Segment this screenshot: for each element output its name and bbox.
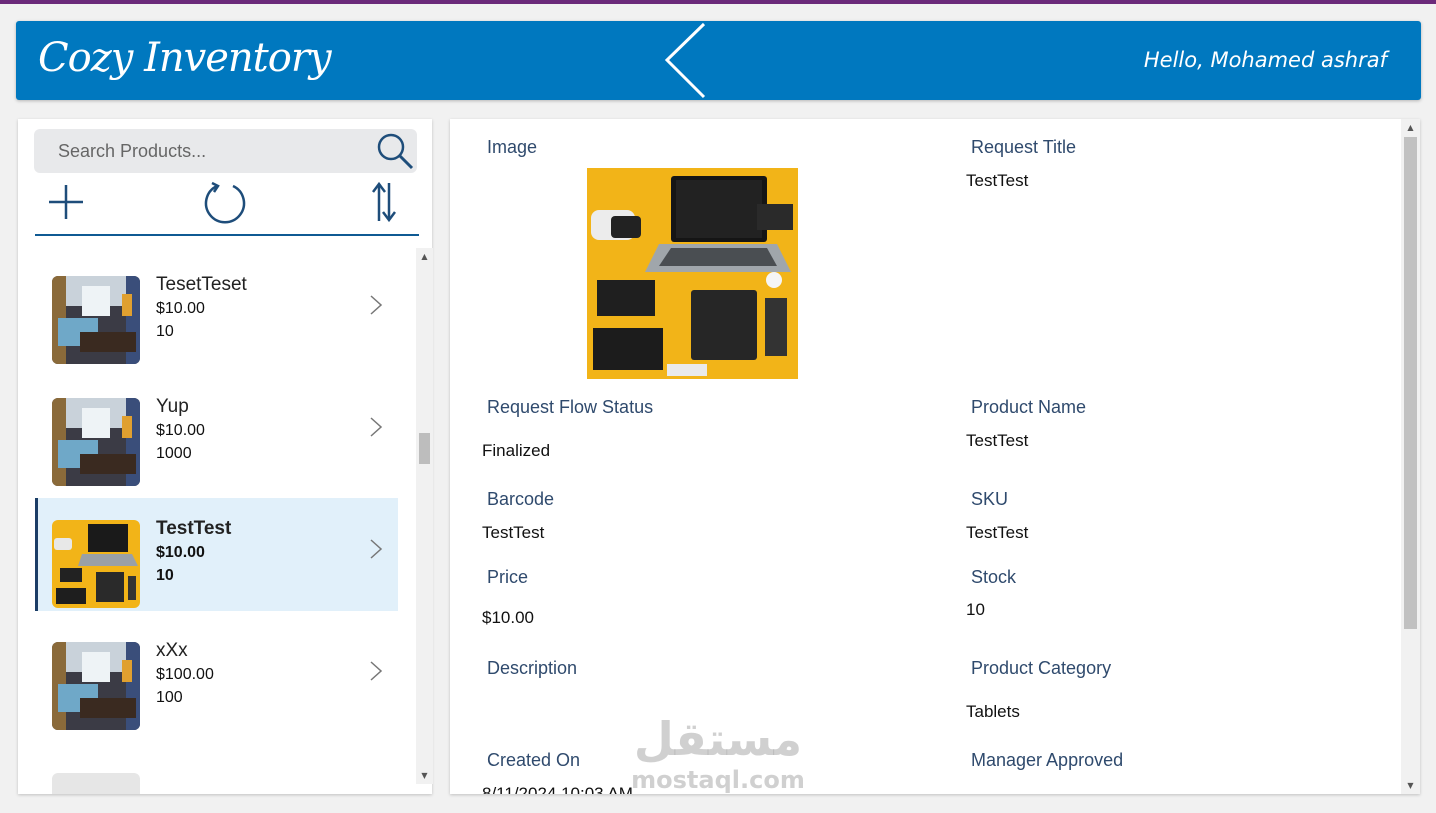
product-image [587,168,798,379]
barcode-label: Barcode [487,489,555,509]
price-label: Price [487,567,529,587]
manager-approved-label: Manager Approved [971,750,1124,770]
plus-icon [49,185,83,219]
scroll-down-arrow-icon[interactable]: ▼ [416,767,433,784]
chevron-right-icon [370,417,383,437]
product-name-label: Product Name [971,397,1087,417]
product-quantity: 1000 [156,445,192,462]
request-flow-status-value: Finalized [482,441,551,460]
request-flow-status-label: Request Flow Status [487,397,654,417]
product-name: TestTest [156,518,232,539]
product-quantity: 10 [156,323,174,340]
app-header: Cozy Inventory Hello, Mohamed ashraf [16,21,1421,100]
product-price: $10.00 [156,544,205,561]
top-accent-line [0,0,1436,4]
sku-value: TestTest [966,523,1029,542]
product-thumbnail [52,642,140,730]
created-on-value: 8/11/2024 10:03 AM [482,784,633,794]
details-scrollbar[interactable]: ▲ ▼ [1401,119,1420,794]
product-list-item[interactable]: Yup $10.00 1000 [35,376,398,489]
price-value: $10.00 [482,608,534,627]
product-list: TesetTeset $10.00 10 Yup $10.00 1000 Tes… [35,248,415,794]
stock-label: Stock [971,567,1017,587]
chevron-right-icon [370,539,383,559]
search-box [34,129,417,173]
refresh-icon [204,181,246,224]
user-greeting: Hello, Mohamed ashraf [1143,48,1387,72]
product-thumbnail [52,276,140,364]
product-name: xXx [156,640,188,661]
search-input[interactable] [34,129,369,173]
created-on-label: Created On [487,750,581,770]
product-category-label: Product Category [971,658,1112,678]
search-icon[interactable] [375,131,415,171]
scrollbar-thumb[interactable] [419,433,430,464]
product-name: TesetTeset [156,274,247,295]
product-thumbnail [52,398,140,486]
toolbar-divider [35,234,419,236]
image-label: Image [487,137,538,157]
request-title-value: TestTest [966,171,1029,190]
product-list-item-selected[interactable]: TestTest $10.00 10 [35,498,398,611]
scroll-up-arrow-icon[interactable]: ▲ [1401,119,1420,136]
product-list-panel: TesetTeset $10.00 10 Yup [18,119,433,794]
scroll-down-arrow-icon[interactable]: ▼ [1401,777,1420,794]
app-logo: Cozy Inventory [38,35,332,81]
refresh-button[interactable] [202,179,248,225]
chevron-right-icon [370,661,383,681]
product-list-item[interactable]: xXx $100.00 100 [35,620,398,733]
barcode-value: TestTest [482,523,545,542]
product-thumbnail-partial [52,773,140,794]
product-list-item[interactable]: TesetTeset $10.00 10 [35,254,398,367]
product-thumbnail [52,520,140,608]
back-button[interactable] [656,21,716,100]
request-title-label: Request Title [971,137,1077,157]
sort-button[interactable] [361,179,407,225]
sort-icon [372,181,396,223]
product-quantity: 100 [156,689,183,706]
add-product-button[interactable] [43,179,89,225]
scrollbar-thumb[interactable] [1404,137,1417,629]
scroll-up-arrow-icon[interactable]: ▲ [416,248,433,265]
product-price: $10.00 [156,300,205,317]
stock-value: 10 [966,600,985,619]
list-scrollbar[interactable]: ▲ ▼ [416,248,433,784]
sku-label: SKU [971,489,1009,509]
product-name: Yup [156,396,189,417]
chevron-right-icon [370,295,383,315]
description-label: Description [487,658,578,678]
product-price: $10.00 [156,422,205,439]
chevron-left-icon [664,22,706,99]
product-category-value: Tablets [966,702,1020,721]
product-details-panel: Image Request Title TestTest Request Flo… [450,119,1420,794]
product-name-value: TestTest [966,431,1029,450]
product-quantity: 10 [156,567,174,584]
product-price: $100.00 [156,666,214,683]
